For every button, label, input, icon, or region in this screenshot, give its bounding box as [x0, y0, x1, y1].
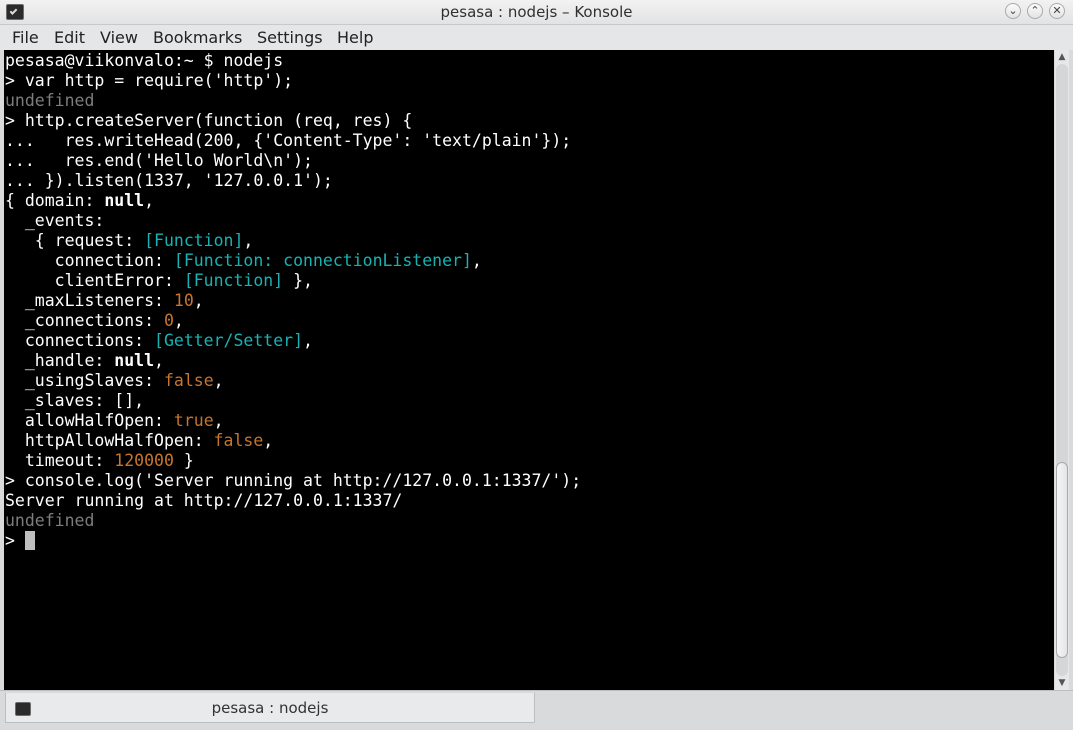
tab-nodejs[interactable]: pesasa : nodejs [5, 693, 535, 723]
terminal-line: { domain: null, [5, 191, 154, 211]
terminal-text-segment: } [173, 451, 194, 470]
terminal-text-segment: allowHalfOpen: [5, 411, 174, 430]
terminal-text-segment: pesasa@viikonvalo:~ $ nodejs [5, 51, 284, 70]
terminal-text-segment: , [303, 331, 313, 350]
terminal-text-segment: undefined [5, 91, 95, 110]
terminal-text-segment: , [213, 411, 224, 430]
terminal-text-segment: connection: [5, 251, 174, 270]
terminal-output[interactable]: pesasa@viikonvalo:~ $ nodejs > var http =… [4, 50, 1054, 690]
vertical-scrollbar[interactable]: ▲ ▼ [1055, 50, 1069, 690]
terminal-line: _usingSlaves: false, [5, 371, 224, 391]
menu-bar: File Edit View Bookmarks Settings Help [0, 25, 1073, 50]
terminal-text-segment: connections: [5, 331, 155, 350]
terminal-text-segment: ... }).listen(1337, '127.0.0.1'); [5, 171, 333, 190]
terminal-text-segment: null [114, 351, 155, 370]
terminal-text-segment: _handle: [5, 351, 115, 370]
terminal-text-segment: 10 [173, 291, 194, 310]
terminal-line: undefined [5, 511, 94, 531]
terminal-text-segment: , [263, 431, 274, 450]
terminal-text-segment: , [243, 231, 254, 250]
menu-edit[interactable]: Edit [54, 28, 85, 47]
terminal-text-segment: , [154, 351, 164, 370]
terminal-text-segment: _usingSlaves: [5, 371, 164, 390]
terminal-line: { request: [Function], [5, 231, 254, 251]
terminal-text-segment: { request: [5, 231, 145, 250]
terminal-text-segment: , [213, 371, 224, 390]
close-button[interactable]: ✕ [1049, 3, 1065, 19]
terminal-text-segment: ... res.writeHead(200, {'Content-Type': … [5, 131, 572, 150]
terminal-line: connections: [Getter/Setter], [5, 331, 313, 351]
title-bar: pesasa : nodejs – Konsole ⌄ ⌃ ✕ [0, 0, 1073, 25]
terminal-text-segment: httpAllowHalfOpen: [5, 431, 214, 450]
terminal-text-segment: > http.createServer(function (req, res) … [5, 111, 413, 130]
terminal-line: pesasa@viikonvalo:~ $ nodejs [5, 51, 283, 71]
terminal-text-segment: Server running at http://127.0.0.1:1337/ [5, 491, 403, 510]
terminal-text-segment: , [173, 311, 184, 330]
terminal-line: > [5, 531, 25, 551]
menu-help[interactable]: Help [337, 28, 373, 47]
terminal-line: clientError: [Function] }, [5, 271, 313, 291]
tab-bar: pesasa : nodejs [0, 690, 1073, 730]
terminal-text-segment: , [193, 291, 204, 310]
scroll-up-icon[interactable]: ▲ [1055, 50, 1069, 64]
text-cursor [25, 531, 35, 550]
terminal-text-segment: [Function] [183, 271, 284, 290]
terminal-text-segment: [Function: connectionListener] [173, 251, 472, 270]
terminal-line: ... res.writeHead(200, {'Content-Type': … [5, 131, 571, 151]
terminal-text-segment: true [173, 411, 214, 430]
window-title: pesasa : nodejs – Konsole [440, 3, 633, 21]
terminal-text-segment: 0 [163, 311, 174, 330]
terminal-line: > http.createServer(function (req, res) … [5, 111, 412, 131]
terminal-line: > console.log('Server running at http://… [5, 471, 581, 491]
terminal-text-segment: [Function] [144, 231, 244, 250]
menu-bookmarks[interactable]: Bookmarks [153, 28, 242, 47]
terminal-text-segment: [Getter/Setter] [154, 331, 304, 350]
terminal-line: _events: [5, 211, 104, 231]
terminal-line: _handle: null, [5, 351, 164, 371]
terminal-text-segment: , [144, 191, 155, 210]
terminal-text-segment: _maxListeners: [5, 291, 174, 310]
terminal-line: Server running at http://127.0.0.1:1337/ [5, 491, 402, 511]
menu-view[interactable]: View [100, 28, 138, 47]
terminal-line: connection: [Function: connectionListene… [5, 251, 482, 271]
tab-label: pesasa : nodejs [211, 699, 329, 717]
terminal-text-segment: _connections: [5, 311, 164, 330]
terminal-line: > var http = require('http'); [5, 71, 293, 91]
terminal-line: httpAllowHalfOpen: false, [5, 431, 273, 451]
terminal-text-segment: 120000 [114, 451, 174, 470]
terminal-text-segment: { domain: [5, 191, 105, 210]
terminal-text-segment: null [104, 191, 145, 210]
terminal-line: _slaves: [], [5, 391, 144, 411]
terminal-line: undefined [5, 91, 94, 111]
terminal-text-segment: clientError: [5, 271, 184, 290]
terminal-text-segment: false [213, 431, 264, 450]
terminal-text-segment: > console.log('Server running at http://… [5, 471, 582, 490]
minimize-button[interactable]: ⌄ [1005, 3, 1021, 19]
terminal-text-segment: > var http = require('http'); [5, 71, 294, 90]
terminal-line: timeout: 120000 } [5, 451, 194, 471]
menu-settings[interactable]: Settings [257, 28, 323, 47]
maximize-button[interactable]: ⌃ [1027, 3, 1043, 19]
terminal-text-segment: false [163, 371, 214, 390]
terminal-line: _connections: 0, [5, 311, 184, 331]
terminal-line: ... }).listen(1337, '127.0.0.1'); [5, 171, 333, 191]
terminal-text-segment: > [5, 531, 25, 550]
scroll-thumb[interactable] [1056, 462, 1068, 658]
terminal-text-segment: timeout: [5, 451, 115, 470]
terminal-text-segment: undefined [5, 511, 95, 530]
terminal-text-segment: ... res.end('Hello World\n'); [5, 151, 313, 170]
terminal-line: allowHalfOpen: true, [5, 411, 224, 431]
terminal-text-segment: }, [283, 271, 313, 290]
terminal-text-segment: _slaves: [], [5, 391, 145, 410]
terminal-line: _maxListeners: 10, [5, 291, 204, 311]
terminal-line: ... res.end('Hello World\n'); [5, 151, 313, 171]
terminal-text-segment: _events: [5, 211, 105, 230]
terminal-text-segment: , [471, 251, 482, 270]
scroll-down-icon[interactable]: ▼ [1055, 676, 1069, 690]
menu-file[interactable]: File [12, 28, 39, 47]
